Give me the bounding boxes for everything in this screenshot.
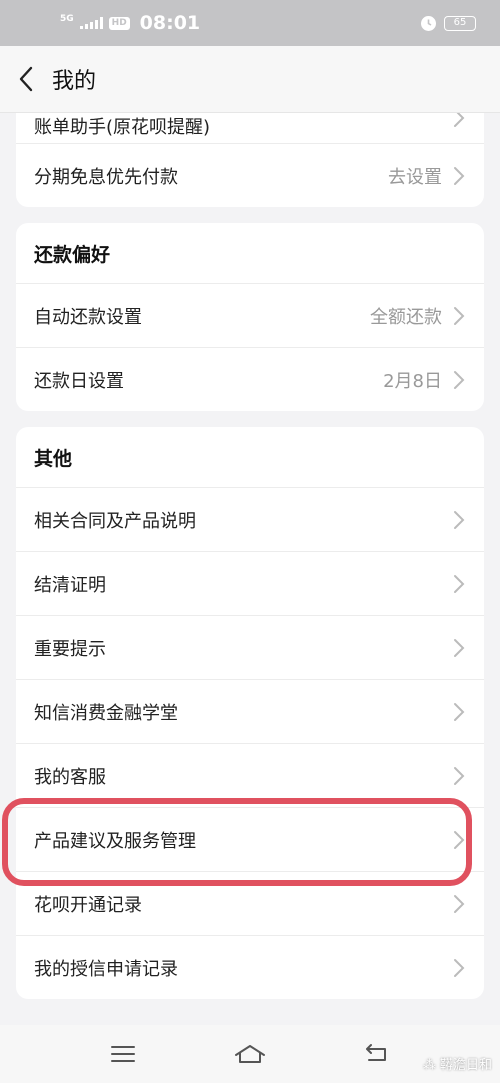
chevron-right-icon xyxy=(454,113,465,127)
list-item-repay-day[interactable]: 还款日设置 2月8日 xyxy=(16,347,484,411)
list-item-bill-assistant[interactable]: 账单助手(原花呗提醒) xyxy=(16,113,484,143)
chevron-right-icon xyxy=(454,958,465,977)
watermark: ⁂ 鞯澹日和 xyxy=(422,1058,492,1073)
row-value: 去设置 xyxy=(388,166,442,188)
chevron-right-icon xyxy=(454,306,465,325)
row-value: 2月8日 xyxy=(383,370,442,392)
list-item-customer-service[interactable]: 我的客服 xyxy=(16,743,484,807)
menu-icon xyxy=(111,1046,136,1062)
signal-icon xyxy=(79,17,103,29)
list-item-contracts[interactable]: 相关合同及产品说明 xyxy=(16,487,484,551)
list-item-huabei-records[interactable]: 花呗开通记录 xyxy=(16,871,484,935)
list-item-settlement-proof[interactable]: 结清证明 xyxy=(16,551,484,615)
battery-icon: 65 xyxy=(444,15,476,31)
card-repay-preference: 还款偏好 自动还款设置 全额还款 还款日设置 2月8日 xyxy=(16,223,484,411)
alarm-icon xyxy=(421,15,436,31)
back-button[interactable] xyxy=(0,46,52,113)
chevron-right-icon xyxy=(454,510,465,529)
page-title: 我的 xyxy=(52,69,97,94)
chevron-right-icon xyxy=(454,702,465,721)
chevron-right-icon xyxy=(454,830,465,849)
list-item-finance-school[interactable]: 知信消费金融学堂 xyxy=(16,679,484,743)
list-item-auto-repay[interactable]: 自动还款设置 全额还款 xyxy=(16,283,484,347)
chevron-left-icon xyxy=(19,66,33,92)
section-title: 其他 xyxy=(34,447,73,470)
card-other: 其他 相关合同及产品说明 结清证明 重要提示 知信消费金融学堂 我的客服 产品建… xyxy=(16,427,484,999)
status-right: 65 xyxy=(421,15,476,31)
back-nav-button[interactable] xyxy=(347,1034,407,1074)
list-item-installment-priority[interactable]: 分期免息优先付款 去设置 xyxy=(16,143,484,207)
chevron-right-icon xyxy=(454,638,465,657)
chevron-right-icon xyxy=(454,166,465,185)
row-value: 全额还款 xyxy=(370,306,442,328)
network-type: 5G xyxy=(60,13,74,24)
list-item-credit-application-records[interactable]: 我的授信申请记录 xyxy=(16,935,484,999)
list-item-product-suggestions[interactable]: 产品建议及服务管理 xyxy=(16,807,484,871)
hd-badge: HD xyxy=(108,16,130,30)
chevron-right-icon xyxy=(454,894,465,913)
settings-content[interactable]: 账单助手(原花呗提醒) 分期免息优先付款 去设置 还款偏好 自动还款设置 全额还… xyxy=(0,113,500,1025)
menu-button[interactable] xyxy=(93,1034,153,1074)
section-title: 还款偏好 xyxy=(34,243,111,266)
list-item-important-notice[interactable]: 重要提示 xyxy=(16,615,484,679)
chevron-right-icon xyxy=(454,766,465,785)
status-left: 5G HD 08:01 xyxy=(60,12,200,34)
card-bill-settings: 账单助手(原花呗提醒) 分期免息优先付款 去设置 xyxy=(16,113,484,207)
back-icon xyxy=(365,1044,386,1061)
home-button[interactable] xyxy=(220,1034,280,1074)
status-bar: 5G HD 08:01 65 xyxy=(0,0,500,46)
status-time: 08:01 xyxy=(139,12,201,34)
home-icon xyxy=(234,1045,265,1063)
chevron-right-icon xyxy=(454,370,465,389)
nav-bar: 我的 xyxy=(0,46,500,113)
chevron-right-icon xyxy=(454,574,465,593)
